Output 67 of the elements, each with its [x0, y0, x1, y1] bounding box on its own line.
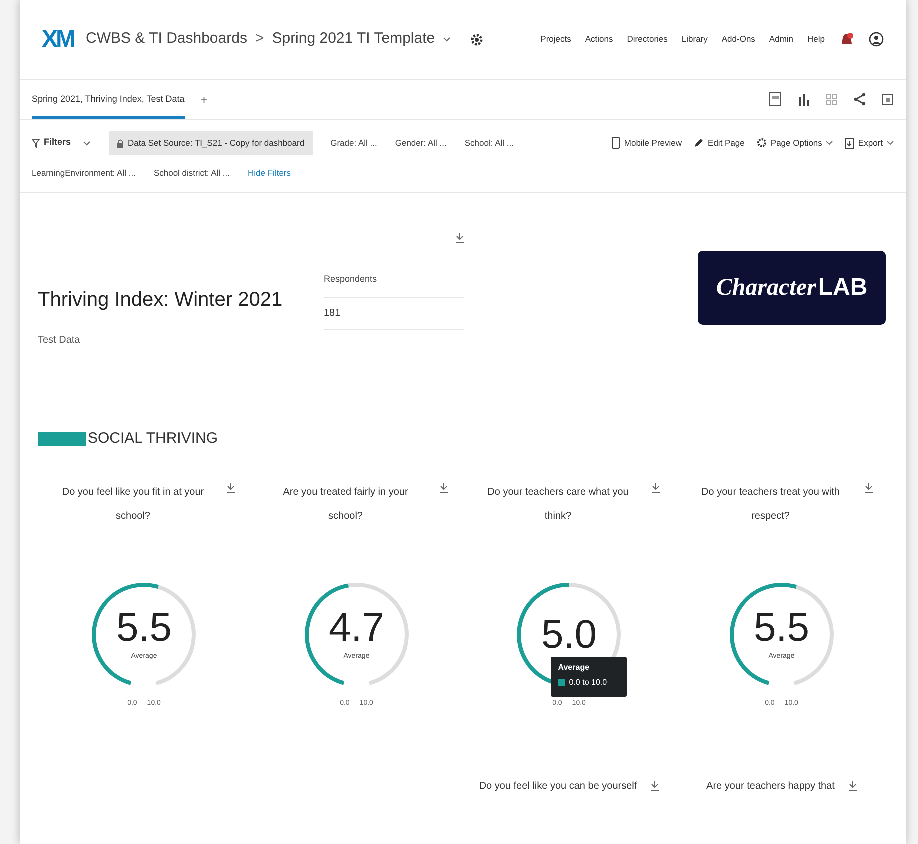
respondents-value: 181: [324, 298, 464, 330]
filter-chip[interactable]: School district: All ...: [154, 161, 230, 185]
question-title: Are your teachers happy that: [706, 780, 835, 794]
phone-icon: [612, 137, 620, 149]
gauge-value: 4.7: [328, 606, 385, 650]
filter-chip[interactable]: School: All ...: [464, 131, 514, 155]
layout-icon[interactable]: [769, 92, 782, 107]
download-icon[interactable]: [848, 780, 857, 790]
section-heading: SOCIAL THRIVING: [88, 429, 218, 449]
nav-link[interactable]: Help: [808, 33, 825, 46]
dashboard-tab[interactable]: Spring 2021, Thriving Index, Test Data: [32, 80, 185, 119]
question-title: Do you feel like you fit in at your school?: [61, 486, 206, 524]
toolbar-button[interactable]: Page Options: [756, 136, 834, 150]
download-icon[interactable]: [456, 233, 464, 243]
fullscreen-icon[interactable]: [882, 94, 894, 106]
toolbar-button[interactable]: Edit Page: [694, 136, 745, 150]
dashboard-title: Thriving Index: Winter 2021: [38, 288, 284, 313]
nav-link[interactable]: Directories: [627, 33, 668, 46]
share-icon[interactable]: [854, 93, 866, 106]
question-title: Are you treated fairly in your school?: [282, 486, 410, 524]
filter-chip[interactable]: Data Set Source: TI_S21 - Copy for dashboard: [109, 131, 313, 155]
filter-chip[interactable]: LearningEnvironment: All ...: [32, 161, 136, 185]
lock-icon: [117, 138, 124, 148]
filter-chip[interactable]: Grade: All ...: [330, 131, 378, 155]
export-icon: [845, 138, 854, 148]
bar-chart-icon[interactable]: [798, 93, 810, 106]
respondents-label: Respondents: [324, 273, 464, 298]
filter-chip[interactable]: Gender: All ...: [395, 131, 447, 155]
question-title: Do your teachers care what you think?: [486, 486, 630, 524]
settings-icon[interactable]: [471, 34, 484, 46]
add-tab-button[interactable]: +: [200, 90, 208, 108]
brand-logo: CharacterLAB: [698, 251, 886, 325]
toolbar-button[interactable]: Mobile Preview: [612, 136, 682, 150]
gauge-value: 5.5: [754, 606, 810, 650]
breadcrumb-separator: >: [255, 29, 264, 50]
section-color-bar: [38, 432, 86, 446]
nav-link[interactable]: Actions: [585, 33, 614, 46]
nav-link[interactable]: Projects: [540, 33, 572, 46]
caret-icon[interactable]: [443, 37, 452, 42]
caret-icon: [826, 141, 834, 145]
gauge-value: 5.5: [116, 606, 172, 650]
caret-icon: [887, 141, 894, 145]
download-icon[interactable]: [227, 482, 236, 492]
question-title: Do your teachers treat you with respect?: [700, 486, 841, 524]
breadcrumb-link[interactable]: CWBS & TI Dashboards: [86, 28, 248, 51]
filter-icon: [32, 138, 40, 148]
download-icon[interactable]: [440, 482, 448, 492]
download-icon[interactable]: [651, 780, 660, 790]
tooltip-title: Average: [558, 662, 591, 674]
user-icon[interactable]: [869, 32, 884, 47]
hide-filters-link[interactable]: Hide Filters: [248, 166, 291, 180]
nav-link[interactable]: Add-Ons: [722, 33, 756, 46]
gauge-value: 5.0: [541, 612, 598, 656]
subtitle: Test Data: [38, 334, 82, 348]
filters-button[interactable]: Filters: [32, 136, 92, 150]
gear-icon: [756, 138, 767, 148]
nav-link[interactable]: Library: [682, 33, 708, 46]
pencil-icon: [694, 138, 704, 148]
caret-icon: [83, 140, 92, 146]
logo[interactable]: XM: [42, 22, 74, 58]
tooltip-text: 0.0 to 10.0: [569, 676, 608, 688]
breadcrumb-link[interactable]: Spring 2021 TI Template: [272, 28, 436, 51]
toolbar-button[interactable]: Export: [845, 136, 894, 150]
download-icon[interactable]: [652, 482, 660, 492]
download-icon[interactable]: [864, 482, 873, 492]
nav-link[interactable]: Admin: [769, 33, 794, 46]
question-title: Do you feel like you can be yourself: [479, 780, 638, 794]
